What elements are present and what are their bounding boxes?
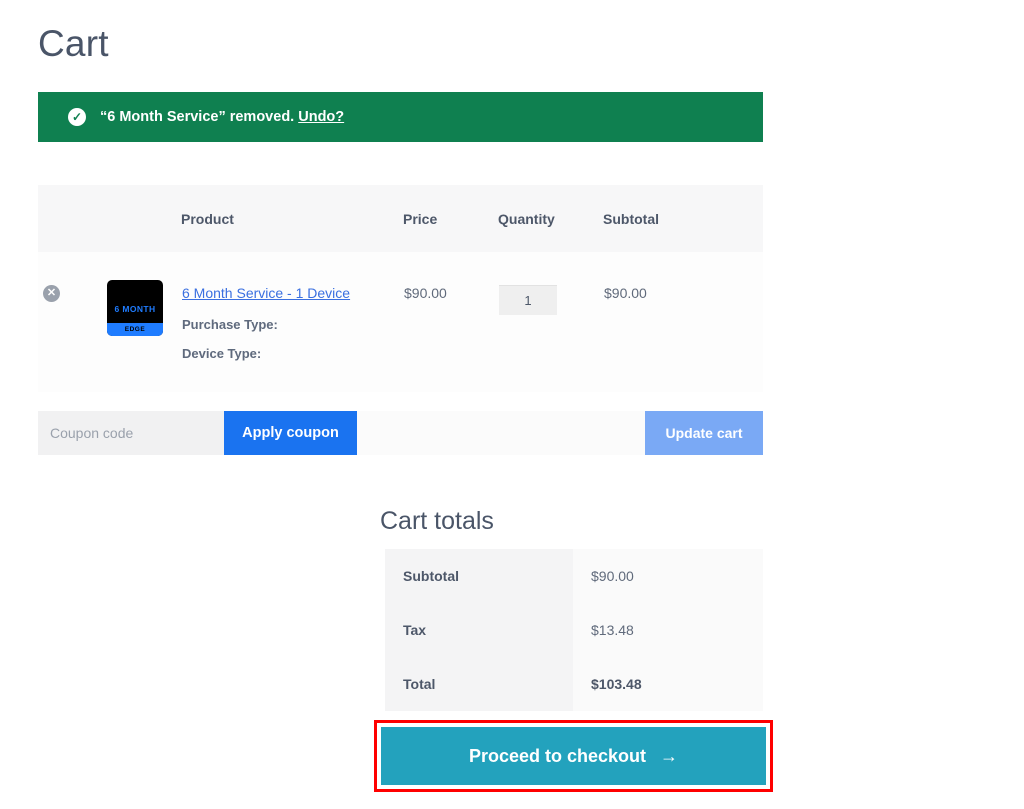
totals-row-subtotal: Subtotal $90.00 <box>385 549 763 603</box>
arrow-right-icon: → <box>660 745 679 766</box>
check-circle-icon: ✓ <box>68 108 86 126</box>
cart-page: Cart ✓ “6 Month Service” removed. Undo? … <box>0 0 1024 809</box>
header-remove <box>38 185 106 252</box>
header-quantity: Quantity <box>498 185 603 252</box>
notice-message: “6 Month Service” removed. Undo? <box>100 109 344 125</box>
totals-value-total: $103.48 <box>573 657 763 711</box>
cart-table-header-row: Product Price Quantity Subtotal <box>38 185 763 252</box>
proceed-to-checkout-button[interactable]: Proceed to checkout → <box>381 727 766 785</box>
coupon-row: Apply coupon Update cart <box>38 411 763 455</box>
thumbnail-brand: EDGE <box>107 323 163 336</box>
header-price: Price <box>403 185 498 252</box>
totals-label-subtotal: Subtotal <box>385 549 573 603</box>
cart-totals-table: Subtotal $90.00 Tax $13.48 Total $103.48 <box>385 549 763 711</box>
coupon-input[interactable] <box>38 411 224 455</box>
undo-link[interactable]: Undo? <box>298 109 344 125</box>
product-name-link[interactable]: 6 Month Service - 1 Device <box>182 285 350 301</box>
page-title: Cart <box>38 23 109 64</box>
coupon-spacer <box>357 411 645 455</box>
cell-price: $90.00 <box>403 252 498 392</box>
totals-label-tax: Tax <box>385 603 573 657</box>
product-thumbnail[interactable]: 6 MONTH EDGE <box>107 280 163 336</box>
notice-message-text: “6 Month Service” removed. <box>100 109 295 125</box>
checkout-highlight-box: Proceed to checkout → <box>374 720 773 792</box>
cell-remove: ✕ <box>38 252 106 392</box>
cell-thumbnail: 6 MONTH EDGE <box>106 252 181 392</box>
header-product: Product <box>181 185 403 252</box>
cart-totals-title: Cart totals <box>380 507 494 535</box>
totals-value-subtotal: $90.00 <box>573 549 763 603</box>
totals-value-tax: $13.48 <box>573 603 763 657</box>
header-thumbnail <box>106 185 181 252</box>
totals-row-tax: Tax $13.48 <box>385 603 763 657</box>
cell-subtotal: $90.00 <box>603 252 763 392</box>
apply-coupon-button[interactable]: Apply coupon <box>224 411 357 455</box>
remove-item-icon[interactable]: ✕ <box>43 285 60 302</box>
cart-items-table: Product Price Quantity Subtotal ✕ 6 MONT… <box>38 185 763 392</box>
update-cart-button[interactable]: Update cart <box>645 411 763 455</box>
totals-row-total: Total $103.48 <box>385 657 763 711</box>
removed-item-notice: ✓ “6 Month Service” removed. Undo? <box>38 92 763 142</box>
thumbnail-title: 6 MONTH <box>114 303 156 314</box>
totals-label-total: Total <box>385 657 573 711</box>
table-row: ✕ 6 MONTH EDGE 6 Month Service - 1 Devic… <box>38 252 763 392</box>
cell-product: 6 Month Service - 1 Device Purchase Type… <box>181 252 403 392</box>
product-meta-purchase-type: Purchase Type: <box>182 317 278 332</box>
quantity-stepper[interactable]: 1 <box>499 285 557 315</box>
cell-quantity: 1 <box>498 252 603 392</box>
product-meta-device-type: Device Type: <box>182 346 262 361</box>
checkout-label: Proceed to checkout <box>468 745 647 766</box>
header-subtotal: Subtotal <box>603 185 763 252</box>
